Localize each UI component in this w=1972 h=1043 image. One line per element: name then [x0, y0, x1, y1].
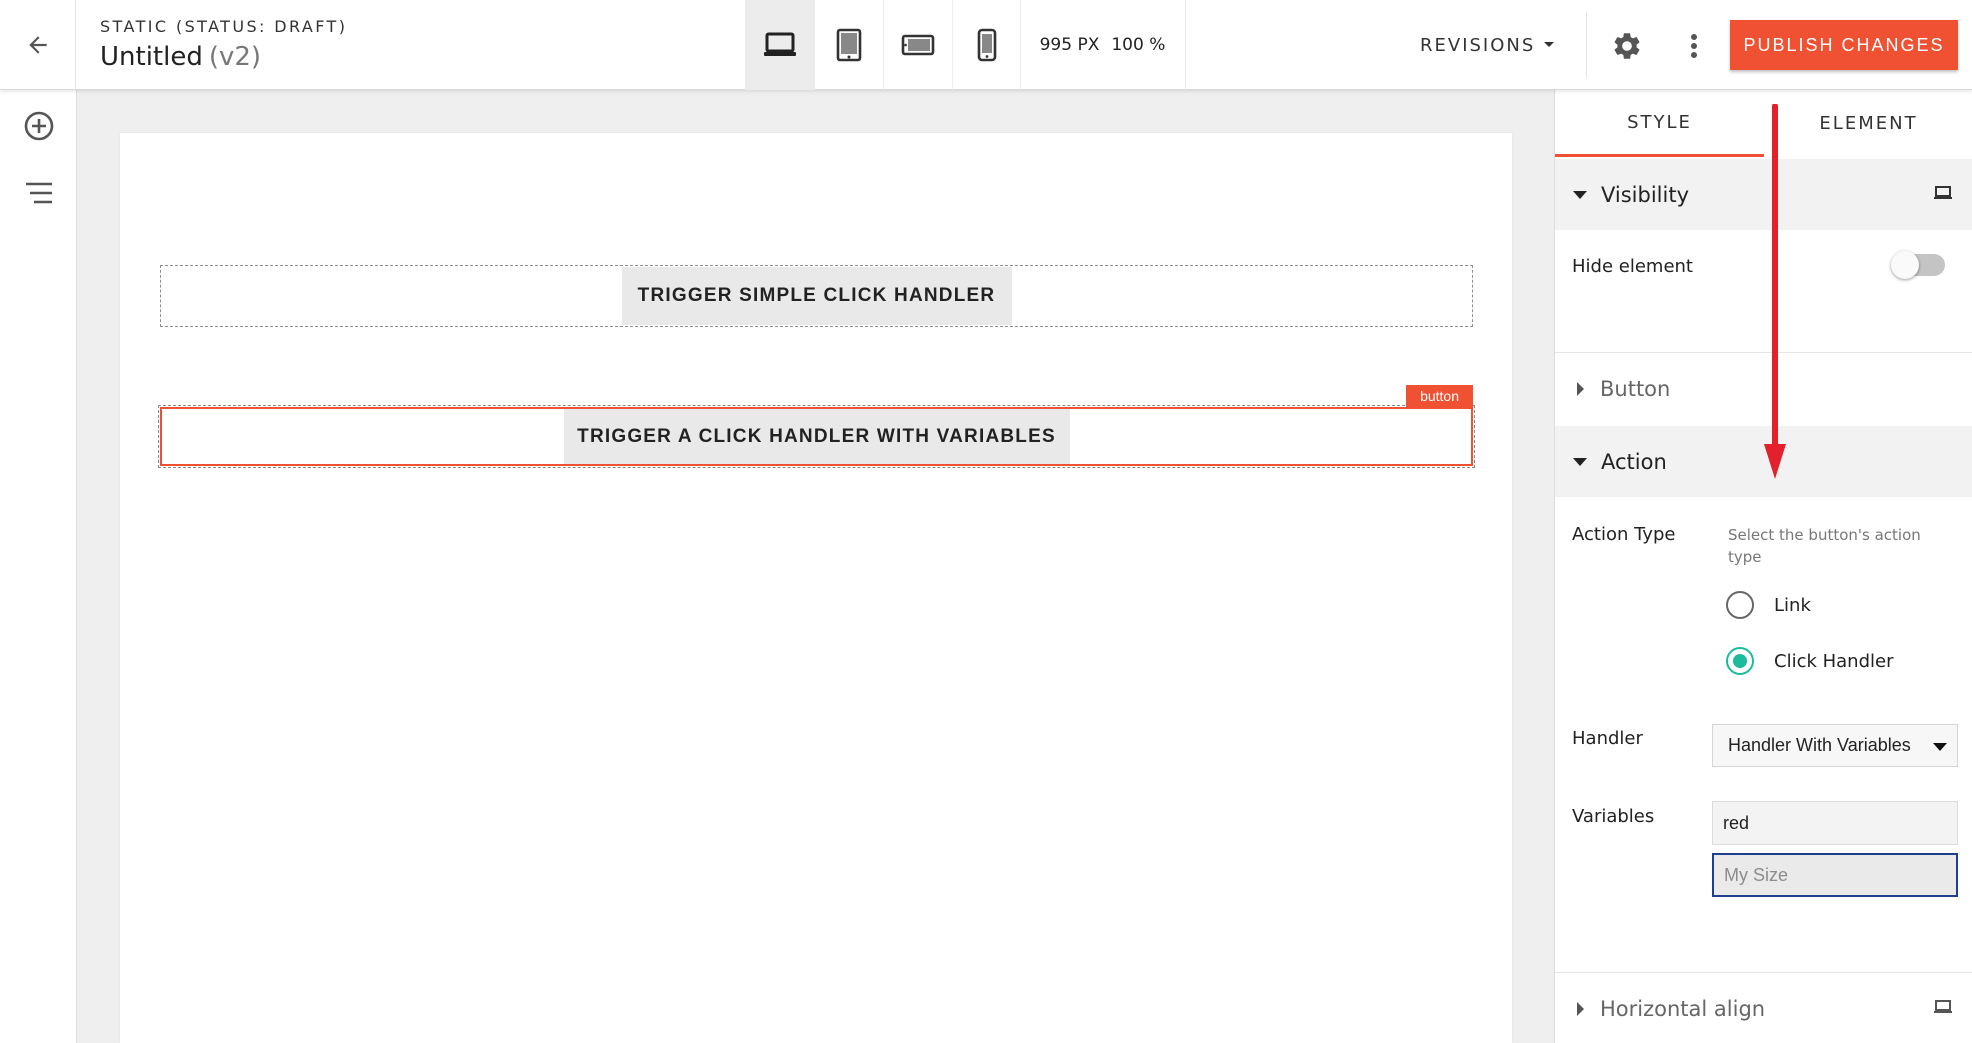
section-action-title: Action [1601, 449, 1667, 474]
editor-canvas: TRIGGER SIMPLE CLICK HANDLER button TRIG… [77, 90, 1554, 1043]
page-title-text: Untitled [100, 42, 203, 72]
arrow-back-icon [28, 36, 47, 54]
page-status: STATIC (STATUS: DRAFT) [100, 17, 348, 36]
variable-2-input[interactable] [1712, 853, 1958, 897]
hide-element-toggle[interactable] [1891, 251, 1945, 279]
add-element-button[interactable] [19, 106, 59, 146]
more-vert-icon [1691, 34, 1697, 58]
revisions-label: REVISIONS [1420, 34, 1536, 56]
section-button-header[interactable]: Button [1555, 353, 1972, 424]
laptop-icon [1934, 1000, 1952, 1013]
selected-element-tag: button [1406, 385, 1473, 408]
radio-circle-checked [1726, 647, 1754, 675]
page-title-block: STATIC (STATUS: DRAFT) Untitled (v2) [100, 17, 347, 72]
trigger-simple-click-handler-button[interactable]: TRIGGER SIMPLE CLICK HANDLER [621, 267, 1012, 325]
publish-changes-button[interactable]: PUBLISH CHANGES [1730, 20, 1958, 70]
tab-element[interactable]: ELEMENT [1764, 90, 1972, 157]
device-switcher [745, 0, 1021, 90]
device-phone-button[interactable] [952, 0, 1021, 90]
radio-click-handler-label: Click Handler [1774, 650, 1894, 672]
add-circle-icon [24, 111, 54, 141]
variable-1-input[interactable] [1712, 801, 1958, 845]
tablet-landscape-icon [901, 34, 935, 56]
left-rail [0, 90, 77, 1043]
button-block-2-selected[interactable]: button TRIGGER A CLICK HANDLER WITH VARI… [158, 385, 1475, 468]
page-preview: TRIGGER SIMPLE CLICK HANDLER button TRIG… [120, 133, 1512, 1043]
section-action-header[interactable]: Action [1555, 426, 1972, 497]
properties-panel: STYLE ELEMENT Visibility Hide element Bu… [1554, 90, 1972, 1043]
laptop-icon [1934, 186, 1952, 199]
caret-down-icon [1544, 42, 1555, 47]
section-visibility-header[interactable]: Visibility [1555, 159, 1972, 230]
page-version: (v2) [208, 42, 262, 72]
layers-list-icon [26, 182, 52, 204]
laptop-icon [764, 32, 796, 56]
action-type-label: Action Type [1572, 524, 1676, 545]
viewport-width: 995 PX [1039, 35, 1100, 55]
tablet-icon [836, 28, 862, 62]
section-horizontal-align-header[interactable]: Horizontal align [1555, 973, 1972, 1043]
button-block-1[interactable]: TRIGGER SIMPLE CLICK HANDLER [160, 265, 1473, 327]
toolbar-divider [1586, 12, 1587, 78]
caret-down-icon [1573, 457, 1587, 466]
caret-right-icon [1577, 381, 1584, 396]
caret-down-icon [1573, 190, 1587, 199]
handler-label: Handler [1572, 728, 1643, 749]
radio-link[interactable]: Link [1726, 591, 1811, 619]
caret-right-icon [1577, 1001, 1584, 1016]
panel-tabs: STYLE ELEMENT [1555, 90, 1972, 157]
device-tablet-button[interactable] [814, 0, 883, 90]
caret-down-icon [1933, 743, 1947, 751]
section-button-title: Button [1600, 376, 1671, 401]
action-type-hint: Select the button's action type [1728, 526, 1921, 566]
handler-select-value: Handler With Variables [1728, 735, 1911, 755]
page-title[interactable]: Untitled (v2) [100, 42, 347, 72]
toggle-knob [1891, 251, 1919, 279]
radio-link-label: Link [1774, 594, 1811, 616]
hide-element-label: Hide element [1572, 256, 1693, 277]
section-visibility-title: Visibility [1601, 182, 1690, 207]
variables-label: Variables [1572, 806, 1655, 827]
viewport-readout: 995 PX 100 % [1020, 0, 1186, 90]
top-bar: STATIC (STATUS: DRAFT) Untitled (v2) 995 … [0, 0, 1972, 90]
back-button[interactable] [0, 0, 76, 90]
section-horizontal-align-title: Horizontal align [1600, 996, 1766, 1021]
handler-select[interactable]: Handler With Variables [1712, 724, 1958, 767]
device-tablet-landscape-button[interactable] [883, 0, 952, 90]
more-options-button[interactable] [1676, 24, 1712, 68]
radio-circle [1726, 591, 1754, 619]
layers-button[interactable] [19, 173, 59, 213]
settings-button[interactable] [1605, 24, 1649, 68]
revisions-dropdown[interactable]: REVISIONS [1420, 0, 1555, 90]
gear-icon [1614, 33, 1640, 59]
zoom-level: 100 % [1111, 35, 1166, 55]
phone-icon [977, 28, 996, 62]
device-laptop-button[interactable] [745, 0, 814, 90]
trigger-click-handler-with-variables-button[interactable]: TRIGGER A CLICK HANDLER WITH VARIABLES [563, 409, 1070, 464]
radio-click-handler[interactable]: Click Handler [1726, 647, 1894, 675]
tab-style[interactable]: STYLE [1555, 90, 1764, 157]
